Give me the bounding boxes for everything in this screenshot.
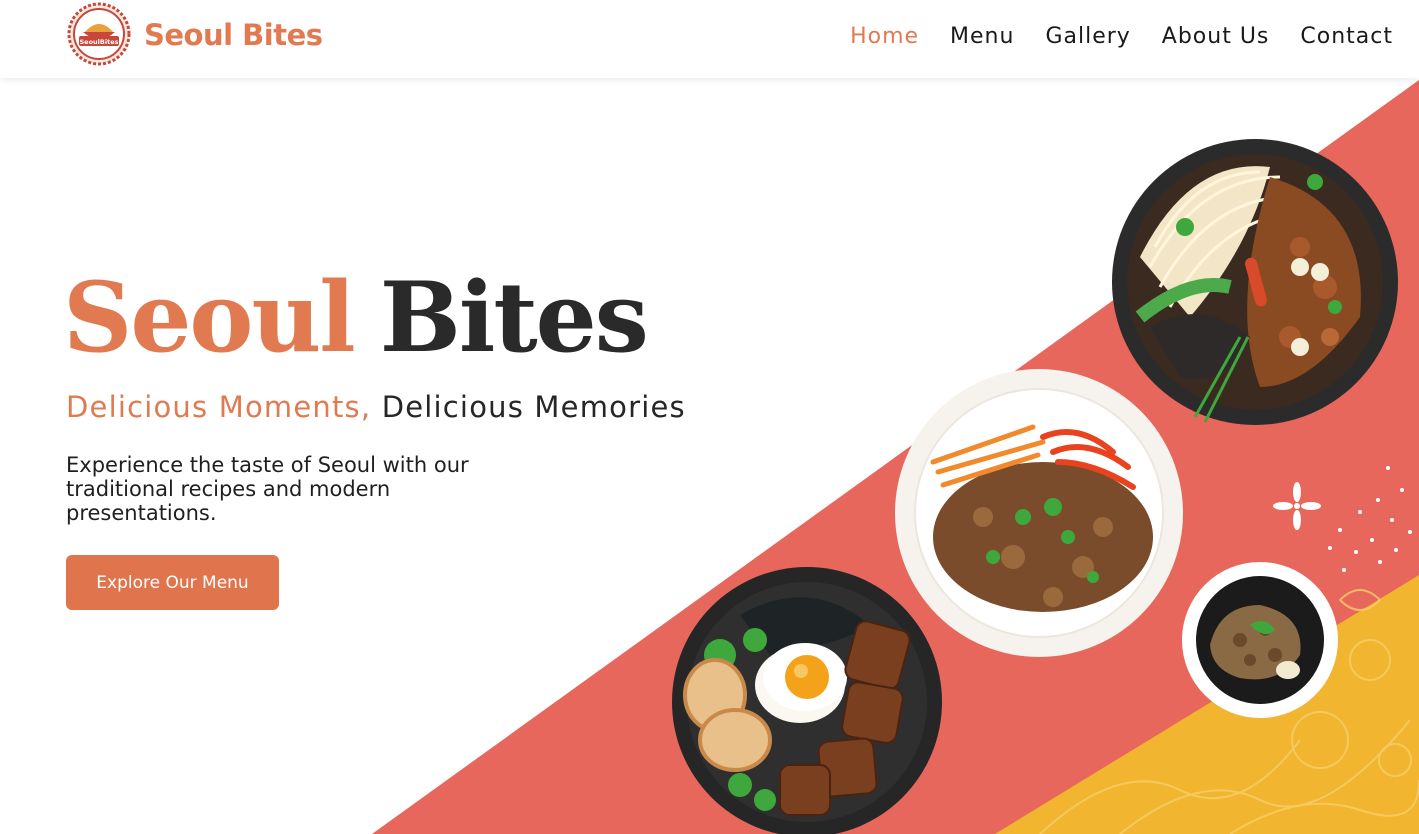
nav-home[interactable]: Home bbox=[850, 24, 919, 49]
site-header: SeoulBites Seoul Bites Home Menu Gallery… bbox=[0, 0, 1419, 78]
rice-bowl-egg-image bbox=[670, 565, 945, 834]
hero-title-seoul: Seoul bbox=[63, 261, 356, 374]
hero-description: Experience the taste of Seoul with our t… bbox=[66, 453, 469, 525]
explore-menu-button[interactable]: Explore Our Menu bbox=[66, 555, 279, 610]
hero-title: Seoul Bites bbox=[63, 270, 649, 366]
hero-subtitle-rest: Delicious Memories bbox=[371, 390, 686, 424]
nav-about-us[interactable]: About Us bbox=[1162, 24, 1270, 49]
brand-name[interactable]: Seoul Bites bbox=[144, 18, 323, 52]
sauce-dish-image bbox=[1180, 560, 1340, 720]
main-nav: Home Menu Gallery About Us Contact bbox=[850, 24, 1393, 49]
hero-subtitle-accent: Delicious Moments, bbox=[66, 390, 372, 424]
nav-gallery[interactable]: Gallery bbox=[1045, 24, 1130, 49]
hero-subtitle: Delicious Moments, Delicious Memories bbox=[66, 390, 686, 424]
nav-contact[interactable]: Contact bbox=[1300, 24, 1393, 49]
hero-title-bites: Bites bbox=[379, 261, 649, 374]
logo-badge-icon[interactable]: SeoulBites bbox=[67, 2, 131, 66]
logo-badge-label: SeoulBites bbox=[80, 38, 119, 46]
nav-menu[interactable]: Menu bbox=[950, 24, 1014, 49]
